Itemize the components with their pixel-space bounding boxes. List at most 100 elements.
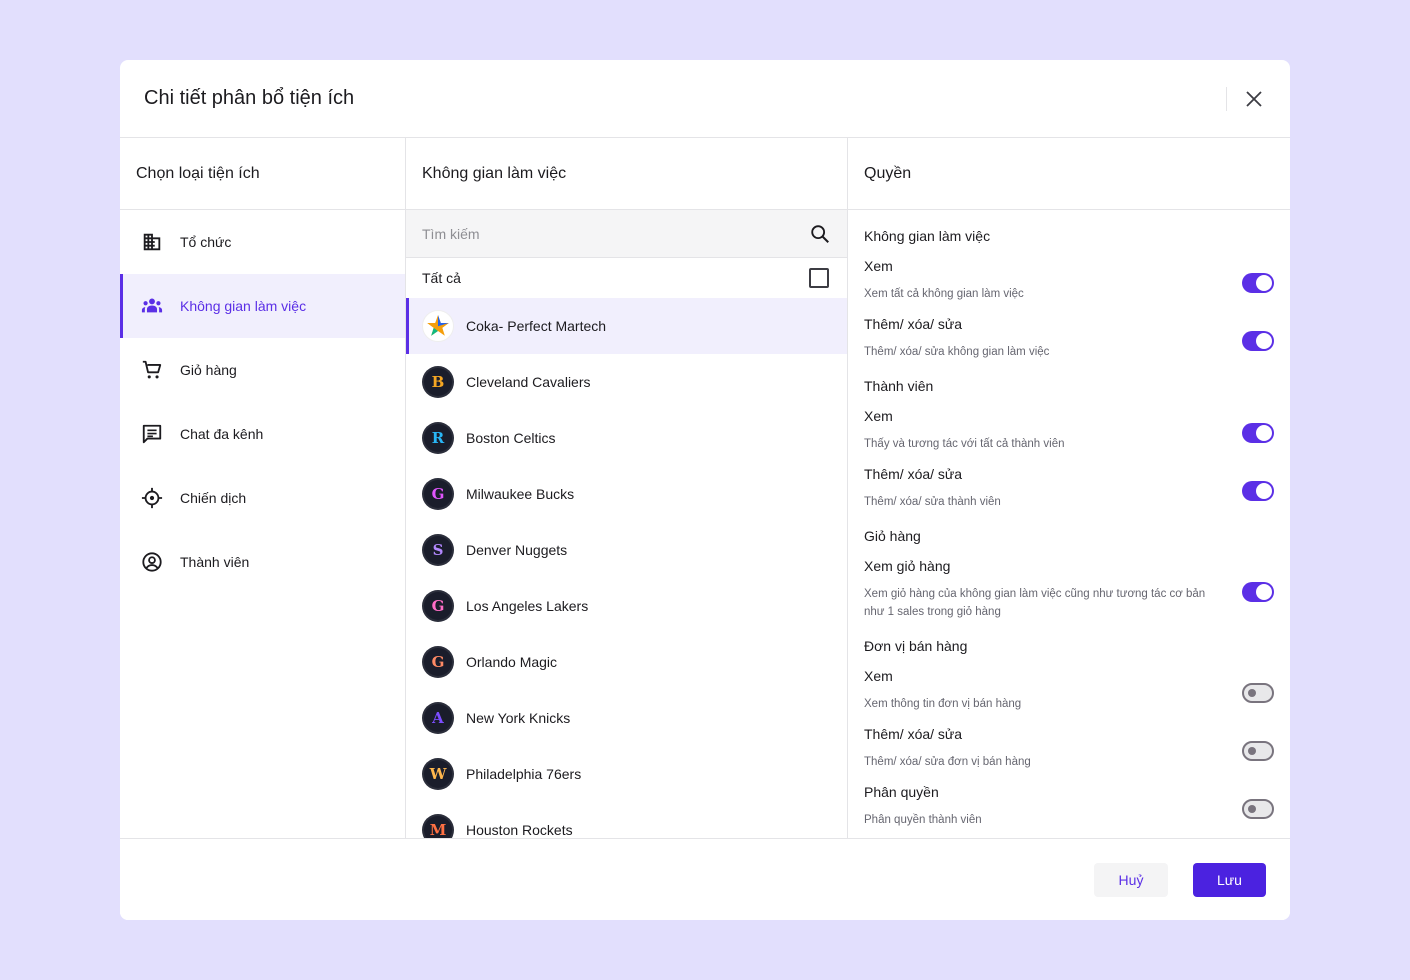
workspace-logo: G — [422, 646, 454, 678]
allocation-dialog: Chi tiết phân bổ tiện ích Chọn loại tiện… — [120, 60, 1290, 920]
permission-name: Thêm/ xóa/ sửa — [864, 466, 963, 482]
permission-description: Thêm/ xóa/ sửa đơn vị bán hàng — [864, 756, 1031, 768]
workspace-item[interactable]: B Cleveland Cavaliers — [406, 354, 847, 410]
permission-description: Thêm/ xóa/ sửa không gian làm việc — [864, 346, 1050, 358]
search-icon[interactable] — [809, 223, 831, 245]
workspace-item[interactable]: G Orlando Magic — [406, 634, 847, 690]
workspace-logo: R — [422, 422, 454, 454]
workspace-item[interactable]: Coka- Perfect Martech — [406, 298, 847, 354]
category-item-label: Giỏ hàng — [180, 362, 237, 378]
category-panel-header: Chọn loại tiện ích — [120, 138, 405, 210]
permission-description: Xem tất cả không gian làm việc — [864, 288, 1024, 300]
save-button[interactable]: Lưu — [1193, 863, 1266, 897]
close-icon — [1246, 91, 1262, 107]
permission-toggle[interactable] — [1242, 682, 1274, 703]
workspace-item-name: Houston Rockets — [466, 822, 573, 838]
search-bar — [406, 210, 847, 258]
permission-group-title: Không gian làm việc — [864, 228, 991, 244]
permission-group-title: Đơn vị bán hàng — [864, 638, 968, 654]
category-list: Tổ chức Không gian làm việc Giỏ hàng Chat đ… — [120, 210, 405, 594]
workspace-item-name: Cleveland Cavaliers — [466, 374, 591, 390]
permission-toggle[interactable] — [1242, 330, 1274, 351]
permission-description: Xem giỏ hàng của không gian làm việc cũn… — [864, 588, 1206, 618]
permission-description: Xem thông tin đơn vị bán hàng — [864, 698, 1022, 710]
permission-toggle[interactable] — [1242, 798, 1274, 819]
workspace-item-name: Philadelphia 76ers — [466, 766, 582, 782]
workspace-logo: S — [422, 534, 454, 566]
permission-group-title: Giỏ hàng — [864, 528, 921, 544]
workspace-logo: W — [422, 758, 454, 790]
category-panel: Chọn loại tiện ích Tổ chức Không gian làm… — [120, 138, 406, 838]
people-icon — [140, 294, 164, 318]
permission-name: Xem — [864, 668, 893, 684]
workspace-item[interactable]: G Los Angeles Lakers — [406, 578, 847, 634]
header-divider — [1226, 87, 1227, 111]
select-all-label: Tất cả — [422, 270, 461, 286]
permission-list: Không gian làm việc Xem Xem tất cả không g… — [848, 210, 1290, 838]
permission-name: Xem — [864, 258, 893, 274]
workspace-item[interactable]: M Houston Rockets — [406, 802, 847, 838]
workspace-item-name: Milwaukee Bucks — [466, 486, 575, 502]
user-circle-icon — [140, 550, 164, 574]
category-item[interactable]: Thành viên — [120, 530, 405, 594]
permission-row: Thêm/ xóa/ sửa Thêm/ xóa/ sửa thành viên — [864, 466, 1274, 511]
category-item[interactable]: Giỏ hàng — [120, 338, 405, 402]
category-item[interactable]: Chat đa kênh — [120, 402, 405, 466]
permission-name: Thêm/ xóa/ sửa — [864, 726, 963, 742]
permission-toggle[interactable] — [1242, 740, 1274, 761]
category-item[interactable]: Chiến dịch — [120, 466, 405, 530]
category-item-label: Chat đa kênh — [180, 426, 264, 442]
permission-row: Thêm/ xóa/ sửa Thêm/ xóa/ sửa không gian … — [864, 316, 1274, 361]
dialog-footer: Huỷ Lưu — [120, 838, 1290, 920]
workspace-item-name: New York Knicks — [466, 710, 571, 726]
permission-row: Xem Thấy và tương tác với tất cả thành vi… — [864, 408, 1274, 453]
category-item-label: Không gian làm việc — [180, 298, 307, 314]
category-item[interactable]: Không gian làm việc — [120, 274, 405, 338]
permission-name: Phân quyền — [864, 784, 939, 800]
permission-description: Thêm/ xóa/ sửa thành viên — [864, 496, 1001, 508]
permission-panel-header: Quyền — [848, 138, 1290, 210]
permission-description: Thấy và tương tác với tất cả thành viên — [864, 438, 1065, 450]
permission-name: Xem — [864, 408, 893, 424]
building-icon — [140, 230, 164, 254]
workspace-item-name: Denver Nuggets — [466, 542, 568, 558]
permission-toggle[interactable] — [1242, 272, 1274, 293]
select-all-row: Tất cả — [406, 258, 847, 298]
search-input[interactable] — [422, 225, 809, 242]
permission-toggle[interactable] — [1242, 422, 1274, 443]
workspace-logo: G — [422, 590, 454, 622]
dialog-title: Chi tiết phân bổ tiện ích — [144, 87, 355, 109]
category-item-label: Thành viên — [180, 554, 250, 570]
permission-name: Thêm/ xóa/ sửa — [864, 316, 963, 332]
chat-icon — [140, 422, 164, 446]
workspace-logo — [422, 310, 454, 342]
permission-toggle[interactable] — [1242, 581, 1274, 602]
permission-toggle[interactable] — [1242, 480, 1274, 501]
workspace-list: Coka- Perfect Martech B Cleveland Cavalier… — [406, 298, 847, 838]
workspace-logo: G — [422, 478, 454, 510]
workspace-item[interactable]: R Boston Celtics — [406, 410, 847, 466]
category-item-label: Chiến dịch — [180, 490, 247, 506]
workspace-item-name: Boston Celtics — [466, 430, 556, 446]
permission-group-title: Thành viên — [864, 378, 934, 394]
permission-row: Xem Xem tất cả không gian làm việc — [864, 258, 1274, 303]
workspace-item[interactable]: G Milwaukee Bucks — [406, 466, 847, 522]
permission-name: Xem giỏ hàng — [864, 558, 951, 574]
permission-panel: Quyền Không gian làm việc Xem Xem tất cả k… — [848, 138, 1290, 838]
permission-description: Phân quyền thành viên — [864, 814, 982, 826]
permission-row: Xem Xem thông tin đơn vị bán hàng — [864, 668, 1274, 713]
permission-row: Xem giỏ hàng Xem giỏ hàng của không gian … — [864, 558, 1274, 621]
workspace-item[interactable]: A New York Knicks — [406, 690, 847, 746]
category-item[interactable]: Tổ chức — [120, 210, 405, 274]
workspace-panel-header: Không gian làm việc — [406, 138, 847, 210]
select-all-checkbox[interactable] — [809, 268, 829, 288]
target-icon — [140, 486, 164, 510]
cancel-button[interactable]: Huỷ — [1094, 863, 1168, 897]
cart-icon — [140, 358, 164, 382]
close-button[interactable] — [1240, 85, 1268, 113]
workspace-item[interactable]: W Philadelphia 76ers — [406, 746, 847, 802]
workspace-item[interactable]: S Denver Nuggets — [406, 522, 847, 578]
workspace-item-name: Los Angeles Lakers — [466, 598, 589, 614]
permission-row: Thêm/ xóa/ sửa Thêm/ xóa/ sửa đơn vị bán … — [864, 726, 1274, 771]
workspace-logo: B — [422, 366, 454, 398]
